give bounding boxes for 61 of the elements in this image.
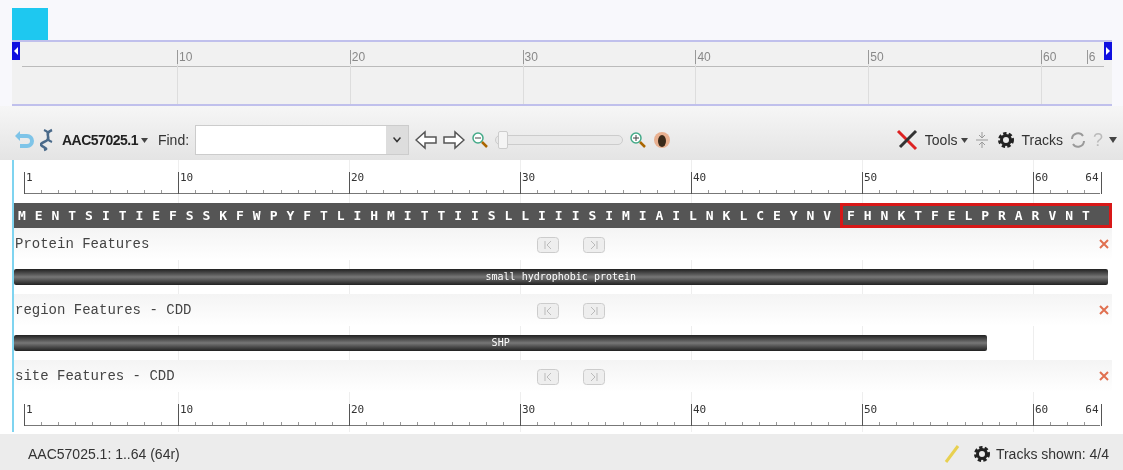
ruler-label: 10 (177, 50, 193, 64)
previous-feature-icon[interactable] (537, 369, 559, 385)
previous-feature-icon[interactable] (537, 303, 559, 319)
sequence-text: FHNKTFELPRARVNT (840, 203, 1112, 228)
ruler-label: 60 (1034, 404, 1049, 415)
refresh-icon[interactable] (1069, 130, 1087, 150)
collapse-icon[interactable] (973, 130, 990, 150)
settings-icon[interactable] (971, 444, 992, 464)
right-handle-icon[interactable] (1104, 42, 1112, 60)
ruler-label: 30 (521, 172, 536, 183)
left-handle-icon[interactable] (12, 42, 20, 60)
ruler-label: 10 (179, 172, 194, 183)
find-label: Find: (157, 130, 190, 150)
left-arrow-icon[interactable] (415, 130, 438, 150)
next-feature-icon[interactable] (583, 303, 605, 319)
ruler-label: 64 (1085, 172, 1099, 183)
zoom-in-icon[interactable] (629, 131, 648, 149)
sequence-text: MENTSITIEFSSKFWPYFTLIHMITTIISLLIIISIMIAILNKLCEYNV (17, 206, 841, 225)
ruler-label: 1 (26, 404, 33, 415)
ruler-label: 60 (1034, 172, 1049, 183)
ruler-label: 50 (863, 404, 878, 415)
feature-bar[interactable]: SHP (14, 335, 988, 351)
ruler-label: 20 (350, 172, 365, 183)
slider-thumb[interactable] (498, 131, 509, 149)
tracks-shown[interactable]: Tracks shown: 4/4 (995, 443, 1109, 465)
caret-icon[interactable] (1109, 137, 1117, 143)
back-arrow-icon[interactable] (14, 130, 34, 150)
caret-icon (960, 137, 968, 143)
settings-icon[interactable] (995, 130, 1016, 150)
ruler-label: 64 (1085, 404, 1099, 415)
ruler-label: 20 (350, 404, 365, 415)
ruler-label: 50 (863, 172, 878, 183)
right-arrow-icon[interactable] (443, 130, 466, 150)
sequence-dropdown[interactable]: AAC57025.1 (62, 129, 148, 151)
zoom-out-icon[interactable] (471, 131, 490, 149)
ruler-label: 40 (692, 404, 707, 415)
ruler-label: 40 (695, 50, 711, 64)
find-field[interactable] (195, 125, 410, 155)
ruler-label: 30 (522, 50, 538, 64)
tracks-button[interactable]: Tracks (1021, 129, 1063, 151)
ruler-label: 40 (692, 172, 707, 183)
ruler-label: 6 (1086, 50, 1096, 64)
ruler-label: 10 (179, 404, 194, 415)
track-title: region Features - CDD (14, 300, 192, 320)
next-feature-icon[interactable] (583, 369, 605, 385)
ruler-label: 50 (868, 50, 884, 64)
close-icon[interactable] (1099, 305, 1109, 315)
status-location: AAC57025.1: 1..64 (64r) (28, 444, 180, 464)
next-feature-icon[interactable] (583, 237, 605, 253)
ruler-label: 30 (521, 404, 536, 415)
close-icon[interactable] (1099, 239, 1109, 249)
feature-bar[interactable]: small hydrophobic protein (14, 269, 1108, 285)
close-icon[interactable] (1099, 371, 1109, 381)
track-title: Protein Features (14, 234, 150, 254)
previous-feature-icon[interactable] (537, 237, 559, 253)
caret-icon (140, 137, 148, 143)
ruler-label: 1 (26, 172, 33, 183)
track-title: site Features - CDD (14, 366, 175, 386)
tools-menu[interactable]: Tools (924, 129, 968, 151)
ruler-label: 20 (349, 50, 366, 64)
ruler-label: 60 (1041, 50, 1057, 64)
